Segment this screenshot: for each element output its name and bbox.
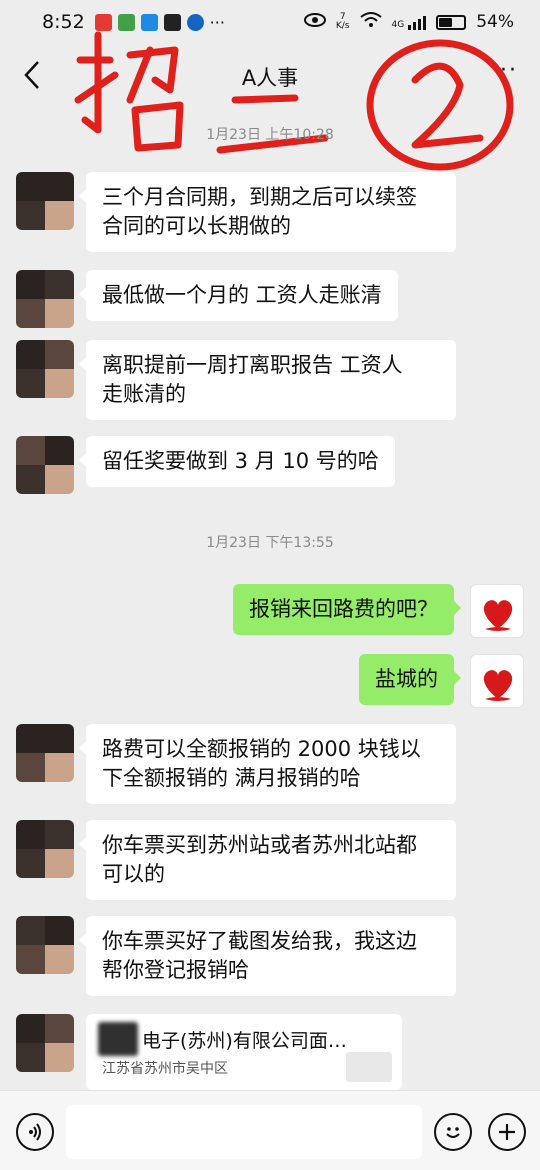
more-actions-button[interactable]	[488, 1113, 526, 1151]
location-card[interactable]: 电子(苏州)有限公司面… 江苏省苏州市吴中区	[86, 1014, 402, 1090]
message-input[interactable]	[66, 1105, 422, 1159]
contact-avatar[interactable]	[16, 1014, 74, 1072]
app-notification-icon	[186, 13, 204, 31]
contact-avatar[interactable]	[16, 270, 74, 328]
voice-button[interactable]	[16, 1113, 54, 1151]
app-notification-icon	[163, 13, 181, 31]
more-notifications-icon: ···	[209, 12, 225, 32]
contact-avatar[interactable]	[16, 916, 74, 974]
app-notification-icon	[94, 13, 112, 31]
message-bubble[interactable]: 三个月合同期，到期之后可以续签 合同的可以长期做的	[79, 172, 456, 252]
wifi-icon	[359, 11, 382, 33]
voice-icon	[29, 1123, 41, 1141]
status-right: 7 K/s 4G 54%	[303, 11, 514, 33]
card-title: 电子(苏州)有限公司面…	[142, 1030, 347, 1052]
self-avatar[interactable]	[470, 654, 524, 708]
card-subtitle: 江苏省苏州市吴中区	[102, 1061, 228, 1077]
message-bubble[interactable]: 你车票买到苏州站或者苏州北站都 可以的	[79, 820, 456, 900]
self-avatar[interactable]	[470, 584, 524, 638]
status-bar: 8:52 ··· 7 K/s 4G 54%	[0, 0, 540, 44]
contact-avatar[interactable]	[16, 436, 74, 494]
battery-percent: 54%	[476, 12, 514, 32]
heart-icon	[483, 670, 513, 701]
input-bar	[0, 1090, 540, 1170]
plus-icon	[499, 1124, 515, 1140]
signal-icon: 4G	[392, 14, 427, 30]
emoji-icon	[446, 1127, 460, 1138]
message-bubble[interactable]: 你车票买好了截图发给我，我这边 帮你登记报销哈	[79, 916, 456, 996]
timestamp: 1月23日 下午13:55	[206, 535, 334, 551]
heart-icon	[483, 600, 513, 631]
message-bubble[interactable]: 最低做一个月的 工资人走账清	[79, 270, 398, 321]
chat-messages[interactable]: 1月23日 上午10:28 三个月合同期，到期之后可以续签 合同的可以长期做的 …	[0, 106, 540, 1090]
chat-header: A人事 ··	[0, 44, 540, 106]
contact-avatar[interactable]	[16, 172, 74, 230]
app-notification-icon	[117, 13, 135, 31]
message-bubble[interactable]: 路费可以全额报销的 2000 块钱以 下全额报销的 满月报销的哈	[79, 724, 456, 804]
contact-avatar[interactable]	[16, 820, 74, 878]
battery-icon	[436, 14, 467, 30]
more-options-button[interactable]: ··	[500, 58, 518, 83]
eye-icon	[303, 12, 326, 32]
chat-title: A人事	[241, 66, 299, 90]
contact-avatar[interactable]	[16, 340, 74, 398]
message-bubble[interactable]: 离职提前一周打离职报告 工资人 走账清的	[79, 340, 456, 420]
notification-icons: ···	[94, 12, 225, 32]
timestamp: 1月23日 上午10:28	[206, 127, 334, 143]
redacted-block	[98, 1022, 138, 1056]
contact-avatar[interactable]	[16, 724, 74, 782]
app-notification-icon	[140, 13, 158, 31]
message-bubble-outgoing[interactable]: 盐城的	[359, 654, 461, 705]
status-time: 8:52	[42, 11, 85, 33]
network-speed: 7 K/s	[335, 12, 350, 31]
redacted-block	[346, 1052, 392, 1082]
message-bubble[interactable]: 留任奖要做到 3 月 10 号的哈	[79, 436, 395, 487]
emoji-button[interactable]	[434, 1113, 472, 1151]
message-bubble-outgoing[interactable]: 报销来回路费的吧？	[233, 584, 461, 635]
